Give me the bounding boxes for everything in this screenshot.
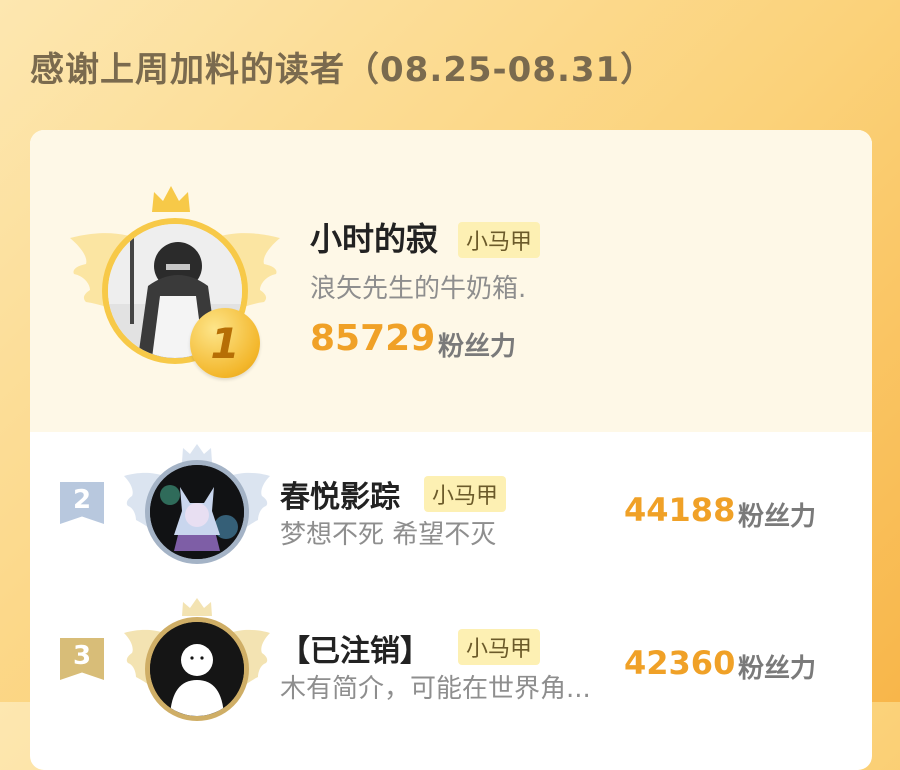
fan-score: 85729: [310, 318, 436, 359]
rank-1-entry[interactable]: 1 小时的寂 小马甲 浪矢先生的牛奶箱. 85729 粉丝力: [30, 130, 872, 432]
fan-score-unit: 粉丝力: [438, 332, 517, 362]
reader-name[interactable]: 春悦影踪: [280, 472, 400, 516]
avatar-image: [150, 465, 244, 559]
reader-bio: 木有简介，可能在世界角...: [280, 674, 591, 704]
reader-tag: 小马甲: [458, 222, 541, 258]
rank-badge: 3: [60, 638, 104, 680]
reader-name[interactable]: 【已注销】: [280, 626, 430, 670]
avatar[interactable]: [145, 460, 249, 564]
fan-score-unit: 粉丝力: [738, 502, 817, 532]
fan-score: 42360: [624, 644, 736, 682]
reader-name[interactable]: 小时的寂: [310, 214, 438, 260]
page-title: 感谢上周加料的读者（08.25-08.31）: [30, 50, 656, 90]
reader-tag: 小马甲: [424, 476, 507, 512]
reader-ranking-card: 1 小时的寂 小马甲 浪矢先生的牛奶箱. 85729 粉丝力 2 春悦影踪 小马…: [30, 130, 872, 770]
reader-bio: 浪矢先生的牛奶箱.: [310, 274, 527, 304]
reader-tag: 小马甲: [458, 629, 541, 665]
crown-icon: [182, 598, 212, 616]
reader-bio: 梦想不死 希望不灭: [280, 520, 497, 550]
fan-score: 44188: [624, 491, 736, 529]
rank-medal-icon: 1: [190, 308, 260, 378]
fan-score-unit: 粉丝力: [738, 654, 817, 684]
avatar[interactable]: [145, 617, 249, 721]
crown-icon: [152, 186, 190, 212]
rank-badge: 2: [60, 482, 104, 524]
